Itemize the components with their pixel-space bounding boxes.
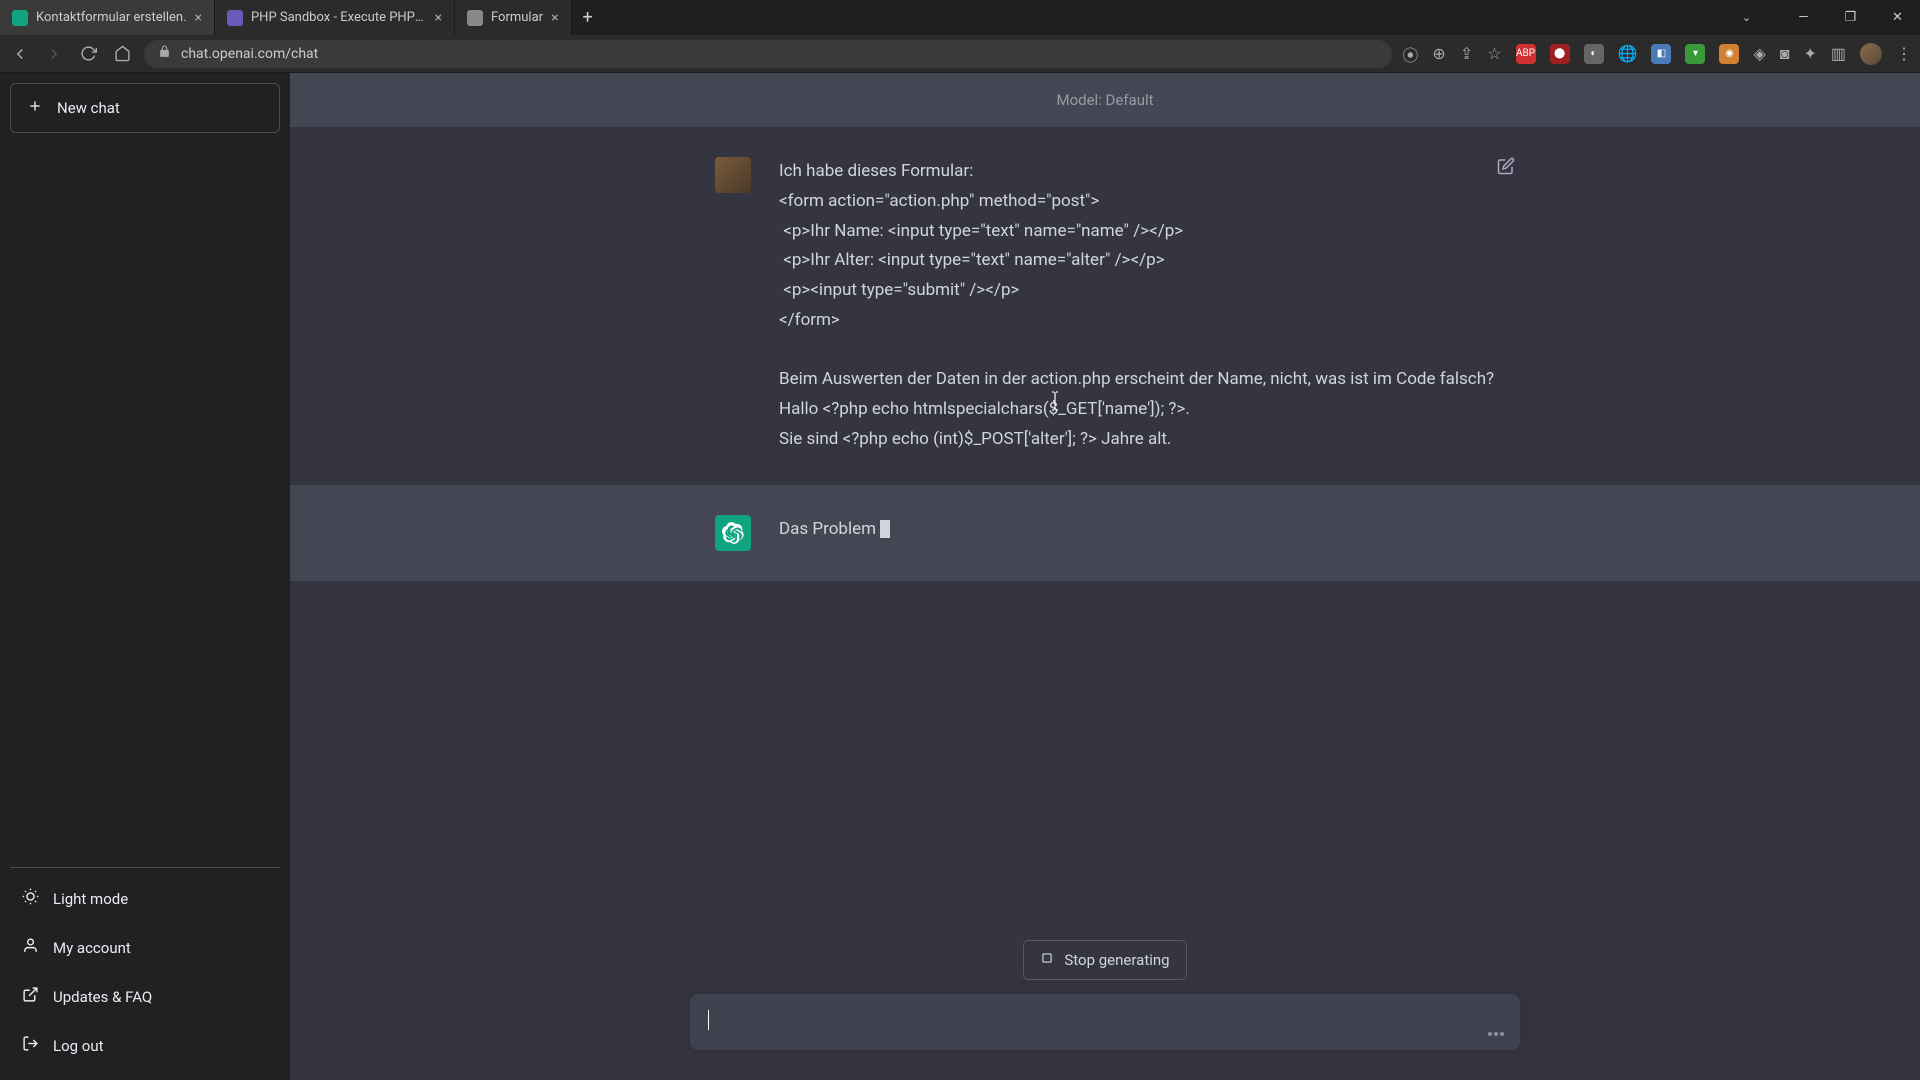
message-text: Ich habe dieses Formular: <form action="…	[779, 157, 1495, 455]
user-avatar	[715, 157, 751, 193]
url-input[interactable]: chat.openai.com/chat	[144, 40, 1392, 68]
zoom-icon[interactable]: ⊕	[1432, 44, 1445, 63]
extension-icon[interactable]: ABP	[1516, 44, 1536, 64]
stop-generating-button[interactable]: Stop generating	[1023, 940, 1186, 980]
puzzle-icon[interactable]: ✦	[1803, 44, 1816, 63]
tab-title: PHP Sandbox - Execute PHP cod	[251, 10, 427, 25]
stop-generating-label: Stop generating	[1064, 951, 1169, 969]
extension-icon[interactable]: ▾	[1685, 44, 1705, 64]
address-bar: chat.openai.com/chat ⦿ ⊕ ⇪ ☆ ABP ⬤ ◐ 🌐 ◧…	[0, 35, 1920, 73]
tab-title: Kontaktformular erstellen.	[36, 10, 187, 25]
my-account-button[interactable]: My account	[10, 923, 280, 972]
extension-icon[interactable]: ◐	[1584, 44, 1604, 64]
forward-button[interactable]	[42, 42, 66, 66]
camera-icon[interactable]: ◙	[1780, 44, 1790, 64]
message-textarea[interactable]	[708, 1010, 1470, 1034]
external-link-icon	[22, 986, 39, 1007]
extension-icon[interactable]: ⬤	[1550, 44, 1570, 64]
browser-tab[interactable]: Kontaktformular erstellen. ×	[0, 0, 215, 35]
close-icon[interactable]: ×	[551, 10, 558, 26]
model-indicator: Model: Default	[290, 73, 1920, 127]
light-mode-button[interactable]: Light mode	[10, 874, 280, 923]
new-chat-button[interactable]: New chat	[10, 83, 280, 133]
new-chat-label: New chat	[57, 99, 120, 117]
log-out-label: Log out	[53, 1037, 104, 1055]
home-button[interactable]	[110, 42, 134, 66]
assistant-avatar	[715, 515, 751, 551]
my-account-label: My account	[53, 939, 131, 957]
app-root: New chat Light mode My account Updates	[0, 73, 1920, 1080]
message-assistant: Das Problem	[290, 485, 1920, 581]
back-button[interactable]	[8, 42, 32, 66]
message-user: Ich habe dieses Formular: <form action="…	[290, 127, 1920, 485]
message-input[interactable]	[690, 994, 1520, 1050]
close-window-button[interactable]: ✕	[1875, 0, 1920, 35]
share-icon[interactable]: ⇪	[1460, 44, 1473, 63]
favicon-icon	[12, 10, 28, 26]
window-titlebar: Kontaktformular erstellen. × PHP Sandbox…	[0, 0, 1920, 35]
sun-icon	[22, 888, 39, 909]
light-mode-label: Light mode	[53, 890, 128, 908]
chevron-down-icon[interactable]: ⌄	[1724, 0, 1769, 35]
globe-icon[interactable]: 🌐	[1618, 44, 1638, 63]
star-icon[interactable]: ☆	[1487, 44, 1501, 63]
profile-avatar[interactable]	[1860, 43, 1882, 65]
updates-faq-label: Updates & FAQ	[53, 988, 152, 1006]
edit-icon	[1497, 157, 1515, 175]
extension-icon[interactable]: ◧	[1651, 44, 1671, 64]
close-icon[interactable]: ×	[195, 10, 202, 26]
log-out-button[interactable]: Log out	[10, 1021, 280, 1070]
extension-icon[interactable]: ◈	[1753, 44, 1765, 63]
sidebar-footer: Light mode My account Updates & FAQ Log …	[10, 867, 280, 1070]
window-controls: ⌄ — ❐ ✕	[1724, 0, 1920, 35]
model-label: Model: Default	[1056, 91, 1153, 109]
url-text: chat.openai.com/chat	[181, 46, 318, 62]
sidepanel-icon[interactable]: ▥	[1831, 44, 1846, 63]
translate-icon[interactable]: ⦿	[1402, 42, 1418, 66]
tab-title: Formular	[491, 10, 543, 25]
menu-icon[interactable]: ⋮	[1896, 44, 1912, 63]
user-icon	[22, 937, 39, 958]
browser-tabs: Kontaktformular erstellen. × PHP Sandbox…	[0, 0, 1724, 35]
new-tab-button[interactable]: +	[572, 0, 604, 35]
typing-cursor-icon	[880, 520, 890, 538]
lock-icon	[158, 45, 171, 62]
stop-icon	[1040, 951, 1054, 969]
reload-button[interactable]	[76, 42, 100, 66]
input-zone: Stop generating	[290, 940, 1920, 1080]
sidebar: New chat Light mode My account Updates	[0, 73, 290, 1080]
browser-tab[interactable]: Formular ×	[455, 0, 572, 35]
logout-icon	[22, 1035, 39, 1056]
openai-logo-icon	[722, 522, 744, 544]
extension-icon[interactable]: ◉	[1719, 44, 1739, 64]
minimize-button[interactable]: —	[1781, 0, 1826, 35]
extension-icons: ⦿ ⊕ ⇪ ☆ ABP ⬤ ◐ 🌐 ◧ ▾ ◉ ◈ ◙ ✦ ▥ ⋮	[1402, 42, 1912, 66]
message-text: Das Problem	[779, 515, 1495, 551]
updates-faq-button[interactable]: Updates & FAQ	[10, 972, 280, 1021]
favicon-icon	[227, 10, 243, 26]
close-icon[interactable]: ×	[435, 10, 442, 26]
maximize-button[interactable]: ❐	[1828, 0, 1873, 35]
plus-icon	[27, 98, 43, 118]
edit-message-button[interactable]	[1497, 157, 1515, 179]
favicon-icon	[467, 10, 483, 26]
messages-list: Ich habe dieses Formular: <form action="…	[290, 127, 1920, 940]
send-icon[interactable]	[1488, 1032, 1504, 1036]
browser-tab[interactable]: PHP Sandbox - Execute PHP cod ×	[215, 0, 455, 35]
content-area: Model: Default Ich habe dieses Formular:…	[290, 73, 1920, 1080]
